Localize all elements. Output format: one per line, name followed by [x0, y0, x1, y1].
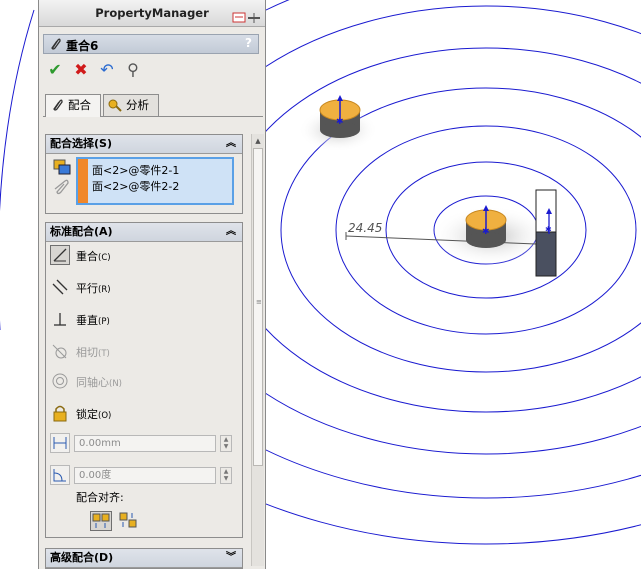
scroll-grip-icon: ≡ [256, 298, 262, 306]
dimension-value[interactable]: 24.45 [348, 221, 382, 235]
section-header[interactable]: 标准配合(A) ︽ [46, 223, 242, 242]
concentric-circles [266, 0, 641, 545]
pushpin-button[interactable]: ⚲ [123, 60, 143, 80]
selection-item-2[interactable]: 面<2>@零件2-2 [92, 178, 179, 194]
mate-selection-list[interactable]: 面<2>@零件2-1 面<2>@零件2-2 [76, 157, 234, 205]
action-buttons: ✔ ✖ ↶ ⚲ [45, 60, 165, 82]
section-title: 高级配合(D) [50, 551, 114, 564]
feature-title-bar: 重合6 ? [43, 34, 259, 54]
section-title: 配合选择(S) [50, 137, 112, 150]
angle-spinner[interactable]: ▲ ▼ [220, 467, 232, 484]
mate-coincident[interactable]: 重合(C) [50, 245, 220, 267]
mate-concentric: 同轴心(N) [50, 371, 220, 393]
svg-text:✱: ✱ [545, 225, 552, 234]
cylinder-part-1[interactable]: ✱ [319, 95, 361, 138]
mate-parallel[interactable]: 平行(R) [50, 277, 220, 299]
panel-title: PropertyManager [95, 6, 209, 20]
scroll-thumb[interactable]: ≡ [253, 148, 263, 466]
section-title: 标准配合(A) [50, 225, 113, 238]
svg-text:✱: ✱ [336, 117, 344, 127]
model-view: ✱ ✱ 24.45 ✱ [266, 0, 641, 545]
graphics-viewport[interactable]: ✱ ✱ 24.45 ✱ [266, 0, 641, 569]
mate-label: 平行(R) [76, 282, 111, 295]
selection-item-1[interactable]: 面<2>@零件2-1 [92, 162, 179, 178]
left-gutter [0, 0, 38, 569]
lock-icon[interactable] [50, 403, 70, 423]
tab-label: 配合 [68, 98, 91, 112]
concentric-icon [50, 371, 70, 391]
aligned-button[interactable] [90, 511, 112, 531]
standard-mates-section: 标准配合(A) ︽ 重合(C) 平行(R) 垂直(P) 相切(T) 同轴心(N)… [45, 222, 243, 538]
distance-icon[interactable] [50, 433, 70, 453]
angle-field[interactable]: 0.00度 [74, 467, 216, 484]
tab-bar: 配合 分析 [43, 92, 263, 117]
panel-header-icons [232, 7, 262, 23]
perpendicular-icon[interactable] [50, 309, 70, 329]
rectangle-part[interactable]: ✱ [535, 189, 557, 277]
section-header[interactable]: 高级配合(D) ︾ [46, 549, 242, 568]
anti-aligned-button[interactable] [118, 511, 140, 531]
mate-tangent: 相切(T) [50, 341, 220, 363]
svg-text:✱: ✱ [482, 227, 490, 237]
mate-label: 垂直(P) [76, 314, 110, 327]
expand-chevron-icon[interactable]: ︾ [226, 549, 236, 567]
key-icon [108, 99, 122, 112]
section-header[interactable]: 配合选择(S) ︽ [46, 135, 242, 154]
parallel-icon[interactable] [50, 277, 70, 297]
feature-title: 重合6 [66, 39, 99, 53]
selection-icons [52, 157, 72, 205]
mate-label: 相切(T) [76, 346, 110, 359]
tab-label: 分析 [126, 98, 149, 112]
tangent-icon [50, 341, 70, 361]
panel-header: PropertyManager [39, 0, 265, 27]
panel-scrollbar[interactable]: ▲ ≡ [251, 134, 264, 566]
cancel-button[interactable]: ✖ [71, 60, 91, 80]
tab-analysis[interactable]: 分析 [103, 94, 159, 116]
mate-label: 锁定(O) [76, 408, 112, 421]
ok-button[interactable]: ✔ [45, 60, 65, 80]
tab-mates[interactable]: 配合 [45, 94, 101, 117]
collapse-chevron-icon[interactable]: ︽ [226, 135, 236, 153]
distance-field[interactable]: 0.00mm [74, 435, 216, 452]
collapse-chevron-icon[interactable]: ︽ [226, 223, 236, 241]
paperclip-icon [51, 38, 61, 50]
advanced-mates-section: 高级配合(D) ︾ [45, 548, 243, 569]
alignment-label: 配合对齐: [76, 491, 124, 504]
mate-label: 同轴心(N) [76, 376, 122, 389]
mate-selections-section: 配合选择(S) ︽ 面<2>@零件2-1 面<2>@零件2-2 [45, 134, 243, 214]
paperclip-icon [53, 99, 63, 111]
distance-row: 0.00mm ▲ ▼ [50, 433, 234, 455]
coincident-icon[interactable] [50, 245, 70, 265]
property-manager-panel: PropertyManager 重合6 ? ✔ ✖ ↶ ⚲ 配合 分析 ▲ ≡ … [38, 0, 266, 569]
distance-spinner[interactable]: ▲ ▼ [220, 435, 232, 452]
selection-accent [78, 159, 88, 203]
mate-lock[interactable]: 锁定(O) [50, 403, 220, 425]
help-icon[interactable]: ? [245, 36, 252, 50]
undo-button[interactable]: ↶ [97, 60, 117, 80]
angle-icon[interactable] [50, 465, 70, 485]
angle-row: 0.00度 ▲ ▼ [50, 465, 234, 487]
mate-label: 重合(C) [76, 250, 111, 263]
scroll-up-arrow[interactable]: ▲ [253, 136, 263, 146]
mate-perpendicular[interactable]: 垂直(P) [50, 309, 220, 331]
